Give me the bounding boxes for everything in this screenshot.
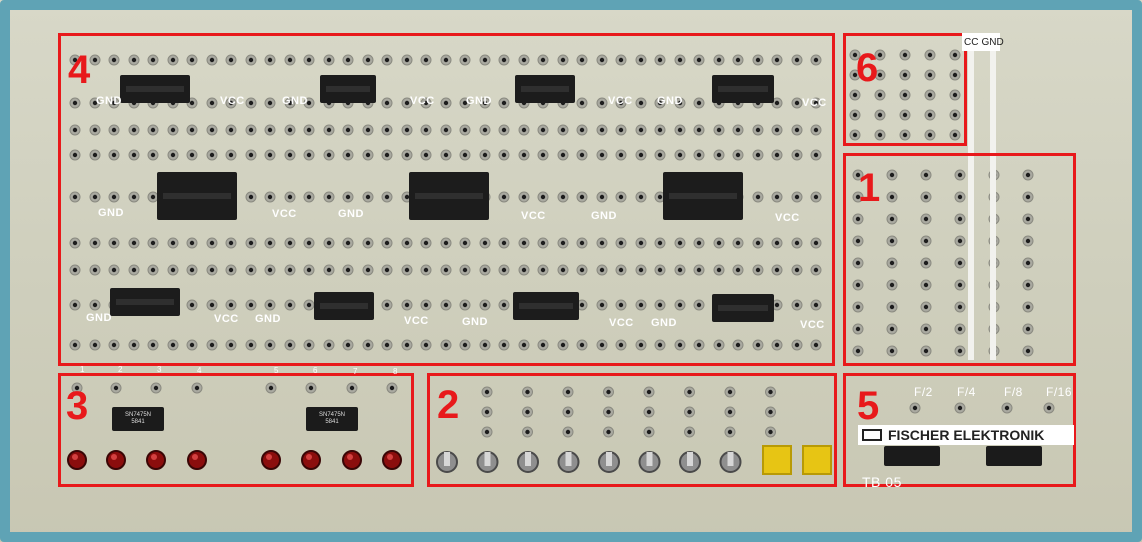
ic-chip xyxy=(986,446,1042,466)
section-3-number: 3 xyxy=(66,384,89,428)
bit-number: 1 xyxy=(80,365,85,374)
bit-number: 3 xyxy=(157,365,162,374)
push-button[interactable] xyxy=(802,445,832,475)
chip-code: 5841 xyxy=(325,419,339,425)
chip-code: 5841 xyxy=(131,419,145,425)
vcc-label: VCC xyxy=(608,95,633,107)
vcc-label: VCC xyxy=(800,319,825,331)
gnd-label: GND xyxy=(462,316,488,328)
brand-logo-icon xyxy=(862,429,882,441)
gnd-label: GND xyxy=(96,95,122,107)
chip-label: SN7475N xyxy=(318,412,345,419)
gnd-label: GND xyxy=(338,208,364,220)
section-5-number: 5 xyxy=(857,384,880,428)
section-4-box xyxy=(58,33,835,366)
brand-text: FISCHER ELEKTRONIK xyxy=(888,427,1045,443)
gnd-label: GND xyxy=(591,210,617,222)
bit-number: 2 xyxy=(118,365,123,374)
bit-number: 6 xyxy=(313,366,318,375)
gnd-label: GND xyxy=(651,317,677,329)
section-1-number: 1 xyxy=(858,166,881,210)
cc-label: CC xyxy=(964,36,979,48)
vcc-label: VCC xyxy=(214,313,239,325)
gnd-label: GND xyxy=(282,95,308,107)
vcc-label: VCC xyxy=(609,317,634,329)
section-4-number: 4 xyxy=(68,48,91,92)
bit-number: 7 xyxy=(353,367,358,376)
power-tag: CC GND xyxy=(962,33,1004,51)
vcc-label: VCC xyxy=(220,95,245,107)
vcc-label: VCC xyxy=(272,208,297,220)
bit-number: 5 xyxy=(274,366,279,375)
bit-number: 8 xyxy=(393,367,398,376)
freq-label: F/4 xyxy=(957,385,976,399)
freq-label: F/16 xyxy=(1046,385,1073,399)
vcc-label: VCC xyxy=(802,97,827,109)
vcc-label: VCC xyxy=(404,315,429,327)
freq-label: F/8 xyxy=(1004,385,1023,399)
section-6-number: 6 xyxy=(856,46,879,90)
ic-chip xyxy=(884,446,940,466)
gnd-label: GND xyxy=(255,313,281,325)
vcc-label: VCC xyxy=(775,212,800,224)
gnd-label: GND xyxy=(86,312,112,324)
chip-label: SN7475N xyxy=(124,412,151,419)
gnd-label: GND xyxy=(466,95,492,107)
bit-number: 4 xyxy=(197,366,202,375)
ic-chip: SN7475N 5841 xyxy=(306,407,358,431)
vcc-label: VCC xyxy=(521,210,546,222)
vcc-label: VCC xyxy=(410,95,435,107)
gnd-label: GND xyxy=(981,36,1004,48)
gnd-label: GND xyxy=(98,207,124,219)
gnd-label: GND xyxy=(657,95,683,107)
ic-chip: SN7475N 5841 xyxy=(112,407,164,431)
freq-label: F/2 xyxy=(914,385,933,399)
model-label: TB 05 xyxy=(862,474,902,490)
brand-label: FISCHER ELEKTRONIK xyxy=(858,425,1074,445)
section-2-number: 2 xyxy=(437,383,460,427)
push-button[interactable] xyxy=(762,445,792,475)
